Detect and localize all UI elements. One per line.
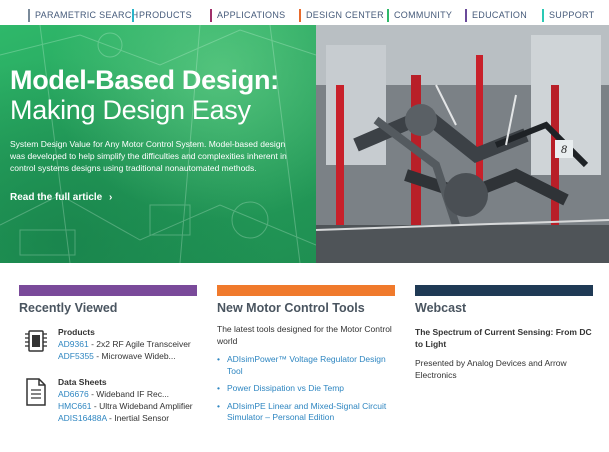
nav-products[interactable]: PRODUCTS bbox=[132, 9, 192, 22]
hero-green-panel: Model-Based Design: Making Design Easy S… bbox=[0, 25, 316, 263]
motor-control-bar bbox=[217, 285, 395, 296]
datasheets-heading: Data Sheets bbox=[58, 377, 107, 387]
nav-community[interactable]: COMMUNITY bbox=[387, 9, 452, 22]
nav-design-center[interactable]: DESIGN CENTER bbox=[299, 9, 384, 22]
recently-viewed-title: Recently Viewed bbox=[19, 301, 118, 315]
tool-link-adisimpower[interactable]: • ADIsimPower™ Voltage Regulator Design T… bbox=[217, 354, 395, 377]
webcast-title: Webcast bbox=[415, 301, 467, 315]
datasheet-desc: - Inertial Sensor bbox=[106, 413, 170, 423]
list-item: HMC661 - Ultra Wideband Amplifier bbox=[58, 400, 198, 412]
product-link-adf5355[interactable]: ADF5355 bbox=[58, 351, 94, 361]
datasheet-link-adis16488a[interactable]: ADIS16488A bbox=[58, 413, 107, 423]
nav-parametric-search[interactable]: PARAMETRIC SEARCH bbox=[28, 9, 138, 22]
datasheet-desc: - Wideband IF Rec... bbox=[88, 389, 170, 399]
datasheet-link-hmc661[interactable]: HMC661 bbox=[58, 401, 92, 411]
webcast-section: Webcast The Spectrum of Current Sensing:… bbox=[415, 285, 593, 381]
webcast-bar bbox=[415, 285, 593, 296]
datasheet-link-ad6676[interactable]: AD6676 bbox=[58, 389, 89, 399]
document-icon bbox=[24, 378, 48, 406]
list-item: ADIS16488A - Inertial Sensor bbox=[58, 412, 198, 424]
chip-icon bbox=[24, 328, 48, 354]
chevron-right-icon: › bbox=[109, 192, 113, 203]
read-article-label: Read the full article bbox=[10, 192, 103, 203]
nav-applications[interactable]: APPLICATIONS bbox=[210, 9, 285, 22]
datasheets-list: Data Sheets AD6676 - Wideband IF Rec... … bbox=[58, 376, 198, 424]
products-heading: Products bbox=[58, 327, 95, 337]
tools-list: • ADIsimPower™ Voltage Regulator Design T… bbox=[217, 354, 395, 424]
hero-title-line2: Making Design Easy bbox=[10, 95, 251, 125]
bullet-icon: • bbox=[217, 354, 220, 364]
tool-label: ADIsimPE Linear and Mixed-Signal Circuit… bbox=[227, 400, 387, 423]
hero-title: Model-Based Design: Making Design Easy bbox=[10, 65, 310, 125]
datasheet-desc: - Ultra Wideband Amplifier bbox=[91, 401, 193, 411]
tool-link-adisimpe[interactable]: • ADIsimPE Linear and Mixed-Signal Circui… bbox=[217, 401, 395, 424]
tool-label: ADIsimPower™ Voltage Regulator Design To… bbox=[227, 354, 386, 376]
list-item: AD9361 - 2x2 RF Agile Transceiver bbox=[58, 338, 198, 350]
motor-control-title: New Motor Control Tools bbox=[217, 301, 365, 315]
product-desc: - 2x2 RF Agile Transceiver bbox=[88, 339, 191, 349]
bullet-icon: • bbox=[217, 383, 220, 393]
tool-label: Power Dissipation vs Die Temp bbox=[227, 383, 344, 393]
product-desc: - Microwave Wideb... bbox=[93, 351, 176, 361]
webcast-description: Presented by Analog Devices and Arrow El… bbox=[415, 358, 567, 380]
list-item: AD6676 - Wideband IF Rec... bbox=[58, 388, 198, 400]
photo-number-badge: 8 bbox=[555, 140, 573, 158]
bullet-icon: • bbox=[217, 400, 220, 411]
webcast-event-title[interactable]: The Spectrum of Current Sensing: From DC… bbox=[415, 326, 593, 350]
tool-link-power-dissipation[interactable]: • Power Dissipation vs Die Temp bbox=[217, 383, 395, 395]
hero-banner: Model-Based Design: Making Design Easy S… bbox=[0, 25, 609, 263]
motor-control-tools-section: New Motor Control Tools The latest tools… bbox=[217, 285, 395, 430]
products-list: Products AD9361 - 2x2 RF Agile Transceiv… bbox=[58, 326, 198, 362]
recently-viewed-section: Recently Viewed Products AD9361 - 2x2 RF… bbox=[19, 285, 197, 423]
read-article-link[interactable]: Read the full article › bbox=[10, 192, 112, 203]
top-nav: PARAMETRIC SEARCH PRODUCTS APPLICATIONS … bbox=[0, 0, 609, 25]
hero-title-line1: Model-Based Design: bbox=[10, 65, 279, 95]
recently-viewed-bar bbox=[19, 285, 197, 296]
list-item: ADF5355 - Microwave Wideb... bbox=[58, 350, 198, 362]
product-link-ad9361[interactable]: AD9361 bbox=[58, 339, 89, 349]
nav-education[interactable]: EDUCATION bbox=[465, 9, 527, 22]
nav-support[interactable]: SUPPORT bbox=[542, 9, 594, 22]
hero-description: System Design Value for Any Motor Contro… bbox=[10, 139, 287, 173]
motor-control-intro: The latest tools designed for the Motor … bbox=[217, 324, 392, 346]
